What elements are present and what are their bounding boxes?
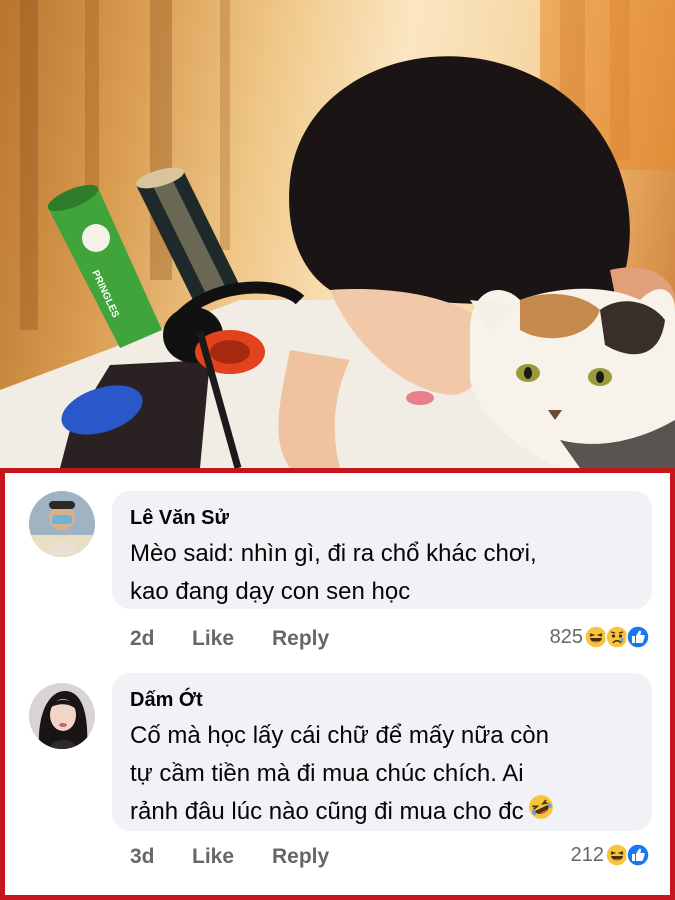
photo-girl-with-cat: PRINGLES [0, 0, 675, 468]
reply-button[interactable]: Reply [272, 845, 352, 869]
avatar[interactable] [29, 683, 95, 749]
comment-author[interactable]: Dấm Ớt [130, 687, 634, 713]
like-button[interactable]: Like [192, 627, 272, 651]
reply-button[interactable]: Reply [272, 627, 352, 651]
reaction-summary[interactable]: 825 [550, 625, 650, 649]
comments-panel: Lê Văn Sử Mèo said: nhìn gì, đi ra chổ k… [0, 468, 675, 900]
comment-actions: 3d Like Reply [130, 845, 352, 869]
photo-illustration: PRINGLES [0, 0, 675, 468]
comment-timestamp[interactable]: 3d [130, 845, 192, 869]
comment-timestamp[interactable]: 2d [130, 627, 192, 651]
comment-text-content: Cố mà học lấy cái chữ để mấy nữa còn tự … [130, 722, 549, 825]
like-thumb-icon [626, 625, 650, 649]
reaction-summary[interactable]: 212 [571, 843, 650, 867]
avatar[interactable] [29, 491, 95, 557]
avatar-image [29, 491, 95, 557]
rolling-laughing-emoji-icon [528, 794, 553, 819]
like-thumb-icon [626, 843, 650, 867]
comment-text: Cố mà học lấy cái chữ để mấy nữa còn tự … [130, 717, 634, 832]
comment-bubble: Dấm Ớt Cố mà học lấy cái chữ để mấy nữa … [112, 673, 652, 831]
comment-text: Mèo said: nhìn gì, đi ra chổ khác chơi, … [130, 540, 537, 605]
comment-actions: 2d Like Reply [130, 627, 352, 651]
comment-author[interactable]: Lê Văn Sử [130, 505, 634, 531]
reaction-count: 825 [549, 625, 583, 648]
reaction-count: 212 [570, 843, 604, 866]
comment-bubble: Lê Văn Sử Mèo said: nhìn gì, đi ra chổ k… [112, 491, 652, 609]
like-button[interactable]: Like [192, 845, 272, 869]
pringles-can-green: PRINGLES [47, 184, 162, 348]
avatar-image [29, 683, 95, 749]
